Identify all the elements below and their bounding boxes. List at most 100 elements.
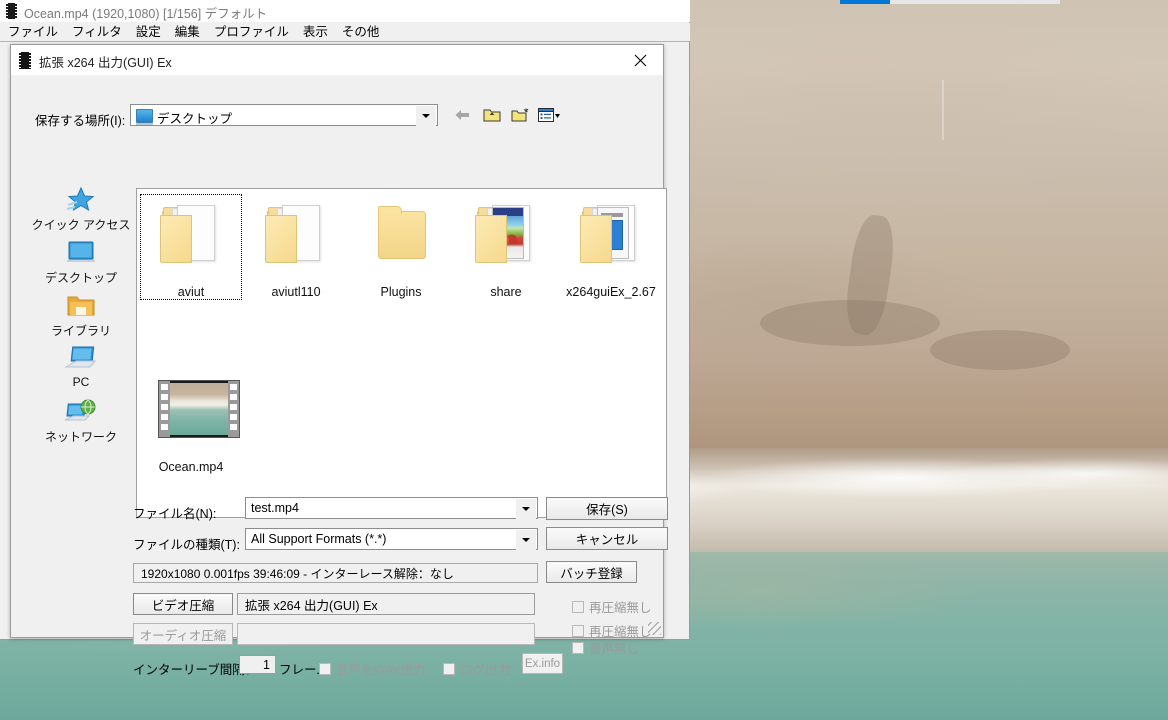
batch-register-button[interactable]: バッチ登録 [546, 561, 637, 583]
filename-label: ファイル名(N): [133, 507, 217, 521]
up-folder-button[interactable] [480, 104, 504, 126]
views-button[interactable] [537, 104, 561, 126]
checkbox-label: ログ出力 [460, 663, 511, 677]
new-folder-icon [511, 108, 529, 122]
lookin-label: 保存する場所(I): [35, 114, 126, 128]
progress-bar-fill [840, 0, 890, 4]
progress-bar-track [840, 0, 1060, 4]
back-icon [455, 110, 470, 120]
no-audio-checkbox[interactable]: 音声無し [572, 638, 639, 657]
close-button[interactable] [618, 45, 663, 75]
checkbox-box [572, 641, 584, 654]
wallpaper-streak [942, 80, 944, 140]
file-label: x264guiEx_2.67 [566, 285, 656, 299]
checkbox-box [319, 662, 331, 675]
folder-icon [368, 205, 434, 283]
filetype-value: All Support Formats (*.*) [251, 532, 387, 546]
checkbox-label: 音声をWAV出力 [336, 663, 426, 677]
folder-icon [473, 205, 539, 283]
menu-item-filter[interactable]: フィルタ [66, 23, 128, 41]
checkbox-box [443, 662, 455, 675]
place-item-library[interactable]: ライブラリ [29, 291, 133, 349]
save-button[interactable]: 保存(S) [546, 497, 668, 520]
file-label: aviut [177, 285, 205, 299]
ex-info-button[interactable]: Ex.info [522, 653, 563, 674]
close-icon [634, 54, 647, 66]
resize-grip[interactable] [648, 622, 661, 635]
media-info-bar: 1920x1080 0.001fps 39:46:09 - インターレース解除：… [133, 563, 538, 583]
star-icon [64, 185, 98, 215]
chevron-down-icon[interactable] [416, 106, 436, 126]
interleave-input[interactable]: 1 [239, 655, 276, 674]
lookin-value: デスクトップ [157, 112, 233, 126]
log-output-checkbox[interactable]: ログ出力 [443, 659, 510, 678]
aviutl-window-title: Ocean.mp4 (1920,1080) [1/156] デフォルト [24, 7, 268, 21]
views-icon [538, 107, 561, 122]
filetype-label: ファイルの種類(T): [133, 538, 240, 552]
cancel-button[interactable]: キャンセル [546, 527, 668, 550]
menu-item-settings[interactable]: 設定 [130, 23, 167, 41]
file-item-aviutl110[interactable]: aviutl110 [246, 195, 346, 299]
menu-item-view[interactable]: 表示 [297, 23, 334, 41]
filetype-combobox[interactable]: All Support Formats (*.*) [245, 528, 538, 550]
file-label: share [490, 285, 522, 299]
audio-compress-button[interactable]: オーディオ圧縮 [133, 623, 233, 645]
file-item-ocean-mp4[interactable]: Ocean.mp4 [141, 372, 241, 474]
file-label: Ocean.mp4 [158, 460, 224, 474]
dialog-body: 保存する場所(I): デスクトップ クイック アクセス デスクトップ ライブラリ… [11, 75, 668, 677]
dialog-title: 拡張 x264 出力(GUI) Ex [39, 56, 172, 70]
filename-value: test.mp4 [251, 501, 299, 515]
film-strip-icon [6, 3, 17, 19]
folder-icon [158, 205, 224, 283]
places-bar[interactable]: クイック アクセス デスクトップ ライブラリ PC ネットワーク [29, 185, 133, 475]
filename-input[interactable]: test.mp4 [245, 497, 538, 519]
menu-item-other[interactable]: その他 [336, 23, 386, 41]
file-list-view[interactable]: aviut aviutl110 Plugins share x264guiEx_… [136, 188, 667, 518]
network-icon [64, 397, 98, 427]
dialog-title-bar[interactable]: 拡張 x264 出力(GUI) Ex [11, 45, 663, 75]
checkbox-box [572, 624, 584, 637]
back-button[interactable] [451, 104, 475, 126]
chevron-down-icon[interactable] [516, 530, 536, 550]
checkbox-label: 再圧縮無し [589, 601, 652, 615]
place-item-network[interactable]: ネットワーク [29, 397, 133, 455]
place-label: ライブラリ [50, 324, 111, 338]
menu-item-file[interactable]: ファイル [2, 23, 64, 41]
menu-item-edit[interactable]: 編集 [169, 23, 206, 41]
folder-icon [263, 205, 329, 283]
computer-icon [64, 344, 98, 374]
up-folder-icon [483, 109, 501, 122]
aviutl-menu-bar[interactable]: ファイル フィルタ 設定 編集 プロファイル 表示 その他 [0, 23, 690, 41]
place-item-quick-access[interactable]: クイック アクセス [29, 185, 133, 243]
folder-icon [578, 205, 644, 283]
video-compress-button[interactable]: ビデオ圧縮 [133, 593, 233, 615]
file-item-share[interactable]: share [456, 195, 556, 299]
menu-item-profile[interactable]: プロファイル [208, 23, 295, 41]
aviutl-title-bar[interactable]: Ocean.mp4 (1920,1080) [1/156] デフォルト [0, 0, 690, 22]
monitor-icon [136, 109, 153, 125]
place-label: PC [72, 375, 90, 389]
video-thumbnail-icon [158, 380, 240, 458]
file-label: aviutl110 [271, 285, 321, 299]
monitor-icon [64, 238, 98, 268]
file-item-aviut[interactable]: aviut [140, 194, 242, 300]
file-label: Plugins [380, 285, 422, 299]
wallpaper-sand-shade [930, 330, 1070, 370]
chevron-down-icon[interactable] [516, 499, 536, 519]
save-dialog[interactable]: 拡張 x264 出力(GUI) Ex 保存する場所(I): デスクトップ クイッ… [10, 44, 668, 677]
new-folder-button[interactable] [509, 104, 533, 126]
place-label: デスクトップ [44, 271, 117, 285]
film-strip-icon [19, 52, 31, 69]
lookin-combobox[interactable]: デスクトップ [130, 104, 438, 126]
checkbox-label: 音声無し [589, 642, 640, 656]
file-item-plugins[interactable]: Plugins [351, 195, 451, 299]
video-codec-field[interactable]: 拡張 x264 出力(GUI) Ex [237, 593, 535, 615]
place-item-pc[interactable]: PC [29, 344, 133, 402]
place-item-desktop[interactable]: デスクトップ [29, 238, 133, 296]
place-label: ネットワーク [44, 430, 117, 444]
wav-output-checkbox[interactable]: 音声をWAV出力 [319, 659, 426, 678]
no-recompress-video-checkbox[interactable]: 再圧縮無し [572, 597, 652, 616]
audio-codec-field[interactable] [237, 623, 535, 645]
file-item-x264guiex[interactable]: x264guiEx_2.67 [561, 195, 661, 299]
dialog-toolbar[interactable] [451, 103, 561, 127]
